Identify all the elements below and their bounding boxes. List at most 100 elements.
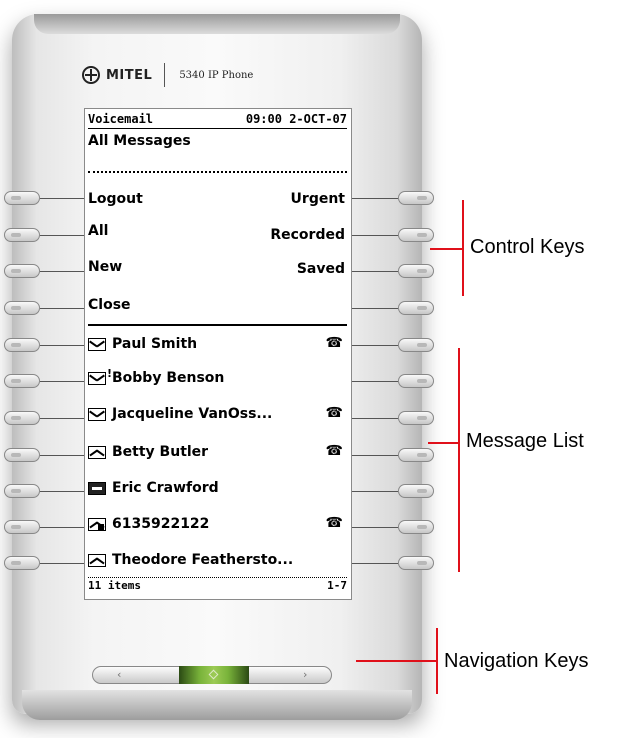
leader-line (352, 345, 398, 346)
left-softkey-2[interactable] (4, 228, 40, 242)
left-softkey-1[interactable] (4, 191, 40, 205)
message-list-bracket (458, 348, 460, 572)
right-softkey-11[interactable] (398, 556, 434, 570)
navigation-keys[interactable]: ‹ › (92, 666, 332, 684)
right-softkey-4[interactable] (398, 301, 434, 315)
leader-line (352, 381, 398, 382)
phone-display: Voicemail 09:00 2-OCT-07 All Messages Lo… (84, 108, 352, 600)
display-status-bar: Voicemail 09:00 2-OCT-07 (88, 112, 347, 129)
list-item[interactable]: Theodore Feathersto... (88, 549, 347, 571)
phone-model: 5340 IP Phone (179, 69, 254, 81)
right-softkey-3[interactable] (398, 264, 434, 278)
right-arrow-icon[interactable]: › (303, 668, 307, 681)
list-item[interactable]: 6135922122 ☎ (88, 513, 347, 535)
forward-icon: ☎ (325, 515, 343, 531)
right-softkey-9[interactable] (398, 484, 434, 498)
envelope-icon (88, 337, 106, 351)
left-softkey-4[interactable] (4, 301, 40, 315)
message-list-pointer (428, 442, 460, 444)
lock-icon (98, 524, 104, 530)
navigation-center-key[interactable] (179, 666, 249, 684)
list-divider (88, 324, 347, 326)
list-item[interactable]: Jacqueline VanOss... ☎ (88, 403, 347, 425)
left-softkey-7[interactable] (4, 411, 40, 425)
leader-line (40, 198, 84, 199)
left-softkey-8[interactable] (4, 448, 40, 462)
right-softkey-1[interactable] (398, 191, 434, 205)
softkey-label-recorded: Recorded (270, 227, 345, 243)
logo-divider (164, 63, 166, 87)
brand-logo: MITEL (106, 67, 153, 83)
softkey-label-logout: Logout (88, 191, 143, 207)
leader-line (352, 198, 398, 199)
forward-icon: ☎ (325, 335, 343, 351)
navigation-keys-label: Navigation Keys (444, 650, 589, 672)
message-list-label: Message List (466, 430, 584, 452)
leader-line (40, 345, 84, 346)
phone-top-edge (34, 14, 400, 34)
display-title: All Messages (88, 133, 191, 149)
left-softkey-3[interactable] (4, 264, 40, 278)
leader-line (352, 527, 398, 528)
control-keys-pointer (430, 248, 464, 250)
leader-line (40, 235, 84, 236)
urgent-envelope-icon (88, 371, 106, 385)
leader-line (352, 418, 398, 419)
date-time: 09:00 2-OCT-07 (246, 112, 347, 128)
softkey-label-saved: Saved (296, 261, 345, 277)
right-softkey-10[interactable] (398, 520, 434, 534)
title-divider (88, 171, 347, 173)
leader-line (40, 455, 84, 456)
control-keys-label: Control Keys (470, 236, 585, 258)
leader-line (352, 563, 398, 564)
envelope-icon (88, 407, 106, 421)
open-envelope-icon (88, 445, 106, 459)
time: 09:00 (245, 112, 282, 126)
left-softkey-5[interactable] (4, 338, 40, 352)
left-softkey-11[interactable] (4, 556, 40, 570)
forward-icon: ☎ (325, 405, 343, 421)
leader-line (40, 308, 84, 309)
list-item[interactable]: ! Bobby Benson (88, 367, 347, 389)
leader-line (40, 563, 84, 564)
softkey-label-new: New (88, 259, 123, 275)
leader-line (40, 418, 84, 419)
forward-icon: ☎ (325, 443, 343, 459)
mitel-logo-icon (82, 66, 100, 84)
left-softkey-6[interactable] (4, 374, 40, 388)
recorded-tape-icon (88, 481, 106, 495)
page-range: 1-7 (327, 579, 347, 592)
left-softkey-10[interactable] (4, 520, 40, 534)
softkey-label-close: Close (88, 297, 131, 313)
left-arrow-icon[interactable]: ‹ (117, 668, 121, 681)
leader-line (352, 308, 398, 309)
list-item[interactable]: Eric Crawford (88, 477, 347, 499)
navigation-keys-pointer (356, 660, 438, 662)
open-envelope-icon (88, 553, 106, 567)
leader-line (40, 491, 84, 492)
leader-line (352, 491, 398, 492)
leader-line (352, 235, 398, 236)
right-softkey-2[interactable] (398, 228, 434, 242)
right-softkey-8[interactable] (398, 448, 434, 462)
phone-base (22, 690, 412, 720)
footer-divider (88, 577, 347, 578)
date: 2-OCT-07 (289, 112, 347, 126)
app-name: Voicemail (88, 112, 154, 126)
leader-line (40, 271, 84, 272)
leader-line (40, 381, 84, 382)
leader-line (352, 271, 398, 272)
right-softkey-6[interactable] (398, 374, 434, 388)
right-softkey-5[interactable] (398, 338, 434, 352)
list-item[interactable]: Betty Butler ☎ (88, 441, 347, 463)
list-item[interactable]: Paul Smith ☎ (88, 333, 347, 355)
urgent-mark-icon: ! (107, 367, 113, 380)
leader-line (352, 455, 398, 456)
softkey-label-all: All (88, 223, 109, 239)
item-count: 11 items (88, 579, 141, 592)
softkey-label-urgent: Urgent (290, 191, 345, 207)
display-footer: 11 items 1-7 (88, 579, 347, 592)
right-softkey-7[interactable] (398, 411, 434, 425)
brand-header: MITEL 5340 IP Phone (82, 63, 254, 87)
left-softkey-9[interactable] (4, 484, 40, 498)
